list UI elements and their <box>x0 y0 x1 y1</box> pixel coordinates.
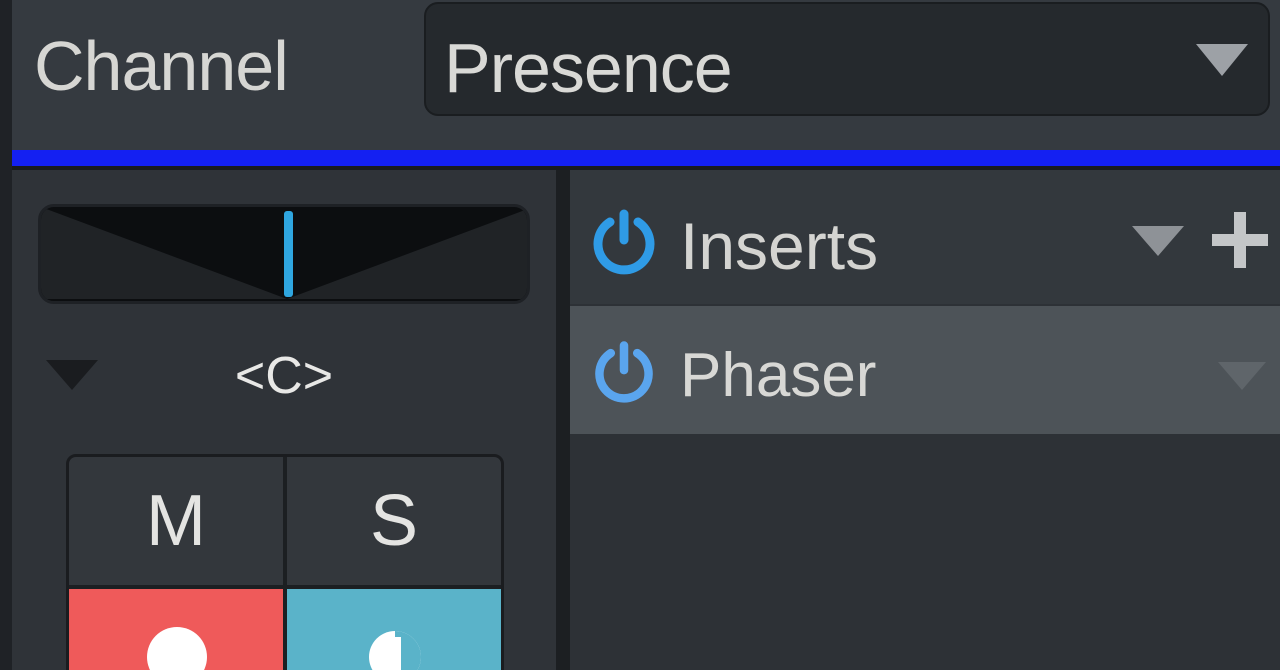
insert-name: Phaser <box>680 341 877 410</box>
record-dot-icon <box>147 627 207 670</box>
pan-indicator <box>284 211 293 297</box>
pan-value: <C> <box>234 347 334 405</box>
inserts-title: Inserts <box>680 209 879 283</box>
channel-button-grid: M S <box>66 454 504 670</box>
chevron-down-icon <box>1196 44 1248 76</box>
inserts-panel: Inserts Phaser <box>570 170 1280 670</box>
pan-graphic <box>41 207 527 299</box>
channel-header: Channel Presence <box>12 0 1280 150</box>
channel-label: Channel <box>34 27 289 105</box>
inserts-header: Inserts <box>570 170 1280 304</box>
solo-label: S <box>369 481 419 561</box>
panel-divider <box>556 170 570 670</box>
insert-slot[interactable]: Phaser <box>570 306 1280 434</box>
mute-button[interactable]: M <box>69 457 283 585</box>
solo-button[interactable]: S <box>287 457 501 585</box>
preset-value: Presence <box>444 29 733 107</box>
preset-dropdown[interactable]: Presence <box>424 2 1270 116</box>
record-arm-button[interactable] <box>69 589 283 670</box>
plus-icon[interactable] <box>1212 212 1268 268</box>
power-icon[interactable] <box>588 206 660 278</box>
pan-control[interactable] <box>38 204 530 304</box>
mute-label: M <box>146 481 206 561</box>
monitor-icon <box>369 631 421 670</box>
power-icon[interactable] <box>590 338 658 406</box>
monitor-button[interactable] <box>287 589 501 670</box>
channel-controls-panel: <C> M S <box>12 170 556 670</box>
triangle-down-icon[interactable] <box>1218 362 1266 390</box>
triangle-down-icon[interactable] <box>1132 226 1184 256</box>
channel-color-strip <box>12 150 1280 170</box>
channel-editor: Channel Presence <C> M S Inserts Phaser <box>0 0 1280 670</box>
window-edge <box>0 0 12 670</box>
